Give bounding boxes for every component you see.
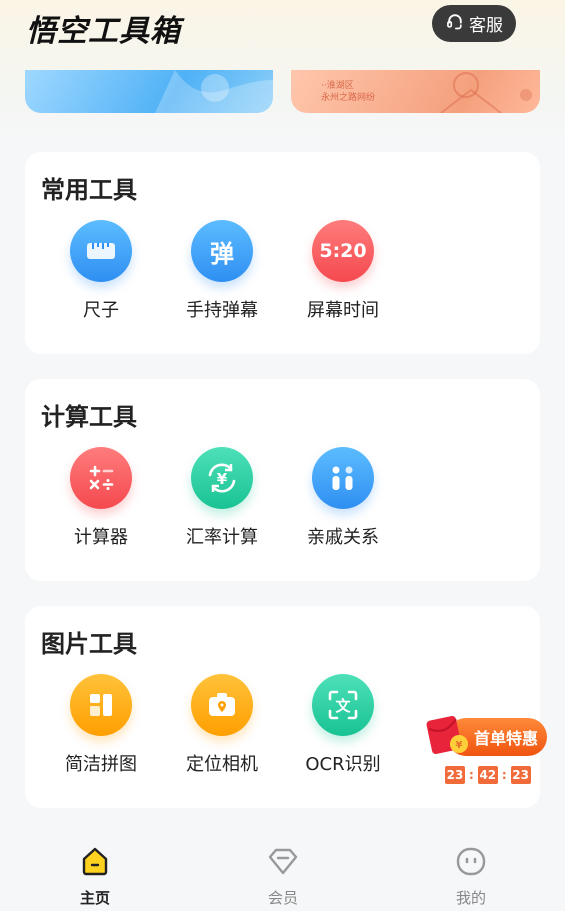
tool-label: OCR识别	[305, 754, 381, 775]
tool-location-camera[interactable]: 定位相机	[162, 674, 282, 776]
screen-time-icon: 5:20	[312, 220, 374, 282]
ocr-scan-icon: 文	[312, 674, 374, 736]
profile-face-icon	[421, 844, 521, 878]
promo-countdown: 23 : 42 : 23	[445, 766, 531, 784]
tool-label: 尺子	[83, 300, 119, 321]
svg-text:¥: ¥	[456, 740, 463, 751]
yen-glyph: ¥	[217, 470, 228, 488]
section-title: 计算工具	[41, 403, 137, 431]
tab-label: 我的	[455, 889, 486, 907]
banner-left-art	[155, 70, 273, 113]
tool-label: 计算器	[74, 527, 128, 548]
tool-bullet-comment[interactable]: 弹 手持弹幕	[162, 220, 282, 322]
tool-label: 亲戚关系	[307, 527, 379, 548]
bottom-tab-bar: 主页 会员 我的	[0, 826, 565, 911]
section-title: 常用工具	[41, 176, 137, 204]
tool-calculator[interactable]: 计算器	[41, 447, 161, 549]
tool-label: 简洁拼图	[65, 754, 137, 775]
relatives-icon	[312, 447, 374, 509]
tab-label: 主页	[79, 889, 110, 907]
tab-profile[interactable]: 我的	[421, 844, 521, 908]
countdown-minutes: 42	[477, 766, 498, 784]
tool-label: 汇率计算	[186, 527, 258, 548]
section-calculation-tools: 计算工具 计算器 ¥ 汇率计算 亲戚关系	[25, 379, 540, 581]
ruler-icon	[70, 220, 132, 282]
location-camera-icon	[191, 674, 253, 736]
calculator-icon	[70, 447, 132, 509]
section-title: 图片工具	[41, 630, 137, 658]
tool-ruler[interactable]: 尺子	[41, 220, 161, 322]
exchange-rate-icon: ¥	[191, 447, 253, 509]
collage-icon	[70, 674, 132, 736]
tool-collage[interactable]: 简洁拼图	[41, 674, 161, 776]
tab-membership[interactable]: 会员	[233, 844, 333, 908]
banner-right-art	[440, 72, 532, 113]
app-title: 悟空工具箱	[26, 14, 181, 49]
wen-glyph: 文	[335, 697, 351, 715]
customer-service-button[interactable]: 客服	[432, 5, 516, 42]
banner-left[interactable]	[25, 70, 273, 113]
tool-label: 屏幕时间	[307, 300, 379, 321]
tool-screen-time[interactable]: 5:20 屏幕时间	[283, 220, 403, 322]
tool-exchange-rate[interactable]: ¥ 汇率计算	[162, 447, 282, 549]
tool-label: 手持弹幕	[186, 300, 258, 321]
diamond-icon	[233, 844, 333, 878]
headset-icon	[445, 11, 465, 36]
tab-label: 会员	[267, 889, 298, 907]
section-common-tools: 常用工具 尺子 弹 手持弹幕 5:20 屏幕时间	[25, 152, 540, 354]
first-order-promo[interactable]: 首单特惠 ¥ 23 : 42 : 23	[425, 712, 547, 787]
home-icon	[45, 844, 145, 878]
red-envelope-icon: ¥	[425, 712, 469, 756]
customer-service-label: 客服	[469, 16, 503, 36]
countdown-hours: 23	[445, 766, 465, 784]
countdown-seconds: 23	[510, 766, 531, 784]
tool-relatives[interactable]: 亲戚关系	[283, 447, 403, 549]
tab-home[interactable]: 主页	[45, 844, 145, 908]
tool-label: 定位相机	[186, 754, 258, 775]
banner-right[interactable]: ··淮湖区 永州之路网纷	[291, 70, 540, 113]
bullet-comment-icon: 弹	[191, 220, 253, 282]
tool-ocr[interactable]: 文 OCR识别	[283, 674, 403, 776]
